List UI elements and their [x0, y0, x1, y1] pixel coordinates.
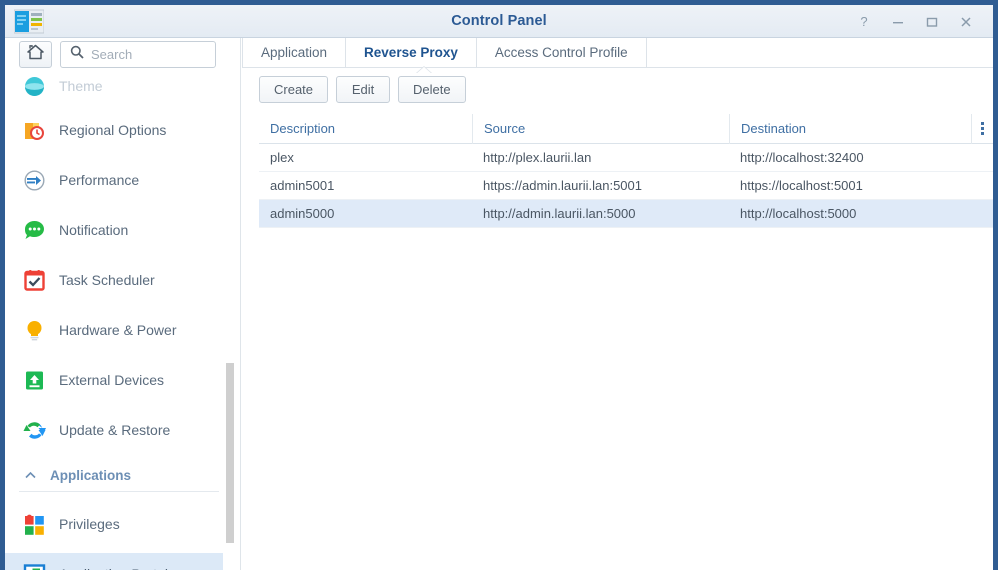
- sidebar-search-row: Search: [5, 38, 240, 71]
- column-header-label: Source: [484, 121, 526, 136]
- window-controls: ?: [847, 5, 983, 38]
- regional-options-icon: [23, 119, 46, 142]
- action-toolbar: Create Edit Delete: [259, 76, 466, 103]
- hardware-power-icon: [23, 319, 46, 342]
- notification-icon: [23, 219, 46, 242]
- cell-destination: http://localhost:5000: [740, 205, 857, 221]
- home-button[interactable]: [19, 40, 52, 68]
- sidebar-item-application-portal[interactable]: Application Portal: [5, 553, 223, 570]
- tab-label: Application: [261, 45, 328, 60]
- sidebar-group-label: Applications: [50, 467, 132, 483]
- title-bar: Control Panel ?: [5, 5, 993, 38]
- sidebar-scroll-area: Theme Regional Options Performance Notif…: [5, 71, 240, 570]
- tab-bar-underline: [242, 67, 993, 68]
- sidebar-item-privileges[interactable]: Privileges: [5, 503, 223, 545]
- theme-icon: [23, 75, 46, 98]
- sidebar-item-label: Update & Restore: [59, 422, 171, 438]
- close-button[interactable]: [949, 5, 983, 38]
- column-header-destination[interactable]: Destination: [729, 113, 971, 144]
- column-header-label: Description: [270, 121, 336, 136]
- search-placeholder: Search: [91, 46, 133, 62]
- sidebar-item-label: External Devices: [59, 372, 165, 388]
- maximize-button[interactable]: [915, 5, 949, 38]
- sidebar-item-task-scheduler[interactable]: Task Scheduler: [5, 259, 223, 301]
- sidebar: Theme Regional Options Performance Notif…: [5, 38, 241, 570]
- table-header-row: Description Source Destination: [259, 113, 993, 144]
- edit-button-label: Edit: [351, 82, 375, 97]
- help-button[interactable]: ?: [847, 5, 881, 38]
- sidebar-item-external-devices[interactable]: External Devices: [5, 359, 223, 401]
- window-right-accent: [993, 0, 998, 570]
- tab-bar: Application Reverse Proxy Access Control…: [242, 38, 993, 67]
- sidebar-item-notification[interactable]: Notification: [5, 209, 223, 251]
- search-icon: [70, 45, 84, 64]
- cell-source: http://plex.laurii.lan: [483, 149, 592, 165]
- cell-description: admin5000: [270, 205, 335, 221]
- sidebar-item-label: Regional Options: [59, 122, 167, 138]
- sidebar-item-label: Notification: [59, 222, 129, 238]
- control-panel-window: Control Panel ? Theme Regional Options P…: [0, 0, 998, 570]
- cell-source: http://admin.laurii.lan:5000: [483, 205, 636, 221]
- chevron-up-icon: [23, 468, 38, 483]
- home-icon: [27, 44, 44, 65]
- sidebar-item-label: Hardware & Power: [59, 322, 177, 338]
- cell-destination: https://localhost:5001: [740, 177, 863, 193]
- sidebar-item-performance[interactable]: Performance: [5, 159, 223, 201]
- sidebar-item-label: Theme: [59, 78, 103, 94]
- content-pane: Application Reverse Proxy Access Control…: [242, 38, 993, 570]
- sidebar-item-label: Performance: [59, 172, 140, 188]
- tab-label: Reverse Proxy: [364, 45, 458, 60]
- application-portal-icon: [23, 563, 46, 570]
- cell-source: https://admin.laurii.lan:5001: [483, 177, 642, 193]
- privileges-icon: [23, 513, 46, 536]
- external-devices-icon: [23, 369, 46, 392]
- column-header-source[interactable]: Source: [472, 113, 729, 144]
- table-row[interactable]: admin5000 http://admin.laurii.lan:5000 h…: [259, 200, 993, 228]
- sidebar-item-hardware-power[interactable]: Hardware & Power: [5, 309, 223, 351]
- sidebar-item-regional-options[interactable]: Regional Options: [5, 109, 223, 151]
- window-title: Control Panel: [451, 13, 547, 29]
- sidebar-item-label: Task Scheduler: [59, 272, 155, 288]
- active-tab-indicator: [416, 67, 432, 74]
- cell-destination: http://localhost:32400: [740, 149, 864, 165]
- reverse-proxy-table: Description Source Destination plex http…: [259, 113, 993, 228]
- create-button[interactable]: Create: [259, 76, 329, 103]
- search-input[interactable]: Search: [60, 40, 216, 68]
- tab-label: Access Control Profile: [494, 45, 628, 60]
- column-header-label: Destination: [741, 121, 807, 136]
- performance-icon: [23, 169, 46, 192]
- sidebar-item-update-restore[interactable]: Update & Restore: [5, 409, 223, 451]
- sidebar-group-applications[interactable]: Applications: [5, 459, 223, 491]
- tab-access-control-profile[interactable]: Access Control Profile: [477, 38, 647, 67]
- delete-button-label: Delete: [413, 82, 451, 97]
- edit-button[interactable]: Edit: [336, 76, 391, 103]
- task-scheduler-icon: [23, 269, 46, 292]
- sidebar-group-divider: [19, 491, 219, 492]
- column-header-description[interactable]: Description: [259, 114, 472, 144]
- sidebar-item-label: Application Portal: [59, 566, 168, 570]
- svg-text:?: ?: [860, 15, 867, 29]
- cell-description: admin5001: [270, 177, 335, 193]
- update-restore-icon: [23, 419, 46, 442]
- delete-button[interactable]: Delete: [398, 76, 466, 103]
- cell-description: plex: [270, 149, 294, 165]
- sidebar-item-theme[interactable]: Theme: [5, 65, 223, 107]
- table-row[interactable]: plex http://plex.laurii.lan http://local…: [259, 144, 993, 172]
- sidebar-scrollbar-thumb[interactable]: [226, 363, 234, 543]
- create-button-label: Create: [274, 82, 314, 97]
- column-options-icon[interactable]: [971, 113, 993, 144]
- minimize-button[interactable]: [881, 5, 915, 38]
- tab-reverse-proxy[interactable]: Reverse Proxy: [346, 38, 477, 67]
- sidebar-item-label: Privileges: [59, 516, 120, 532]
- table-row[interactable]: admin5001 https://admin.laurii.lan:5001 …: [259, 172, 993, 200]
- tab-application[interactable]: Application: [242, 38, 347, 67]
